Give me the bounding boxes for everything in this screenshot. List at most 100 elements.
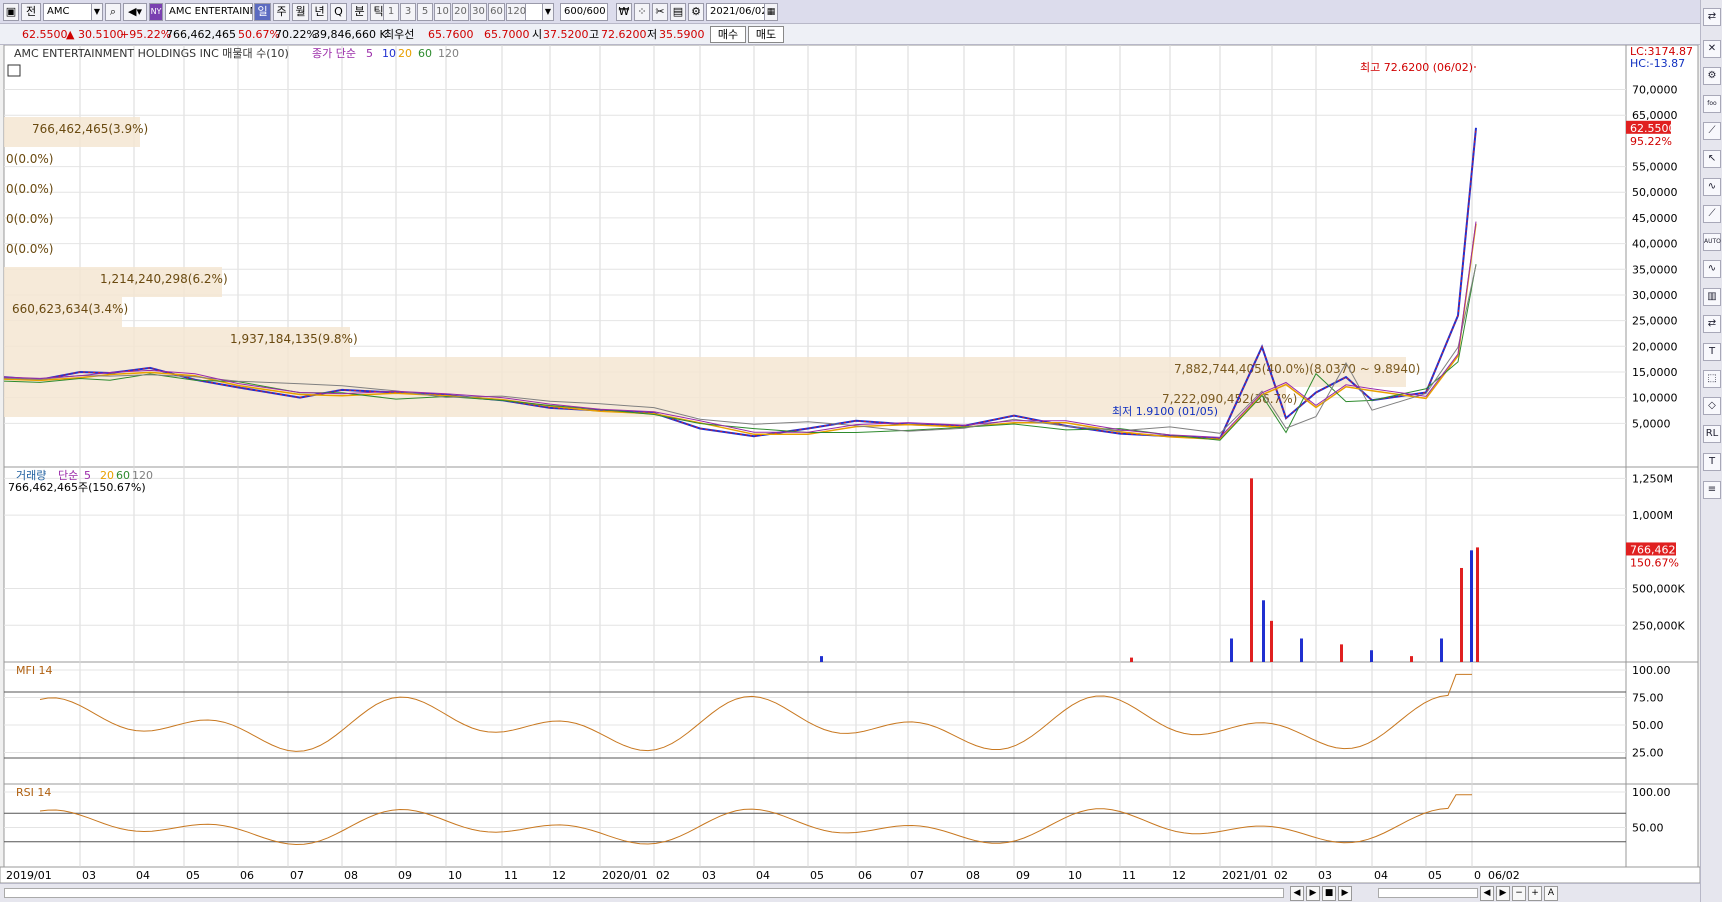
interval-tab-5[interactable]: 5: [417, 3, 433, 21]
volume-bar: [1370, 650, 1373, 662]
bottom-control-1[interactable]: ▶: [1306, 886, 1320, 901]
layout-icon[interactable]: ▣: [3, 3, 19, 21]
grid-toggle-icon: [7, 64, 21, 77]
right-tool-4-icon[interactable]: ⟋: [1703, 122, 1721, 140]
market-select[interactable]: 전: [21, 3, 41, 21]
volume-ratio: 50.67%: [238, 28, 280, 41]
speaker-icon[interactable]: ◀▾: [123, 3, 147, 21]
bottom-control-5[interactable]: ▶: [1496, 886, 1510, 901]
buy-button[interactable]: 매수: [710, 26, 746, 43]
period-tab-2[interactable]: 월: [292, 3, 309, 21]
interval-tab-20[interactable]: 20: [452, 3, 469, 21]
bottom-control-6[interactable]: −: [1512, 886, 1526, 901]
x-tick-label: 04: [1374, 869, 1388, 882]
interval-tab-1[interactable]: 1: [383, 3, 399, 21]
x-tick-label: 11: [504, 869, 518, 882]
price-legend-period: 20: [398, 47, 412, 60]
low-note: 최저 1.9100 (01/05): [1112, 405, 1218, 418]
right-tool-7-icon[interactable]: ⟋: [1703, 205, 1721, 223]
volume-value: 766,462,465: [166, 28, 236, 41]
x-tick-label: 09: [1016, 869, 1030, 882]
period-tab-3[interactable]: 년: [311, 3, 328, 21]
volume-y-tick: 1,000M: [1632, 509, 1673, 522]
price-y-tick: 65,0000: [1632, 109, 1678, 122]
chevron-down-icon[interactable]: ▼: [91, 3, 103, 21]
right-tool-16-icon[interactable]: T: [1703, 453, 1721, 471]
volume-bar: [1476, 547, 1479, 662]
right-tool-10-icon[interactable]: ▥: [1703, 288, 1721, 306]
bottom-control-3[interactable]: ▶: [1338, 886, 1352, 901]
chevron-down-icon[interactable]: ▼: [542, 3, 554, 21]
x-tick-label: 04: [136, 869, 150, 882]
interval-tab-3[interactable]: 3: [400, 3, 416, 21]
right-tool-14-icon[interactable]: ◇: [1703, 397, 1721, 415]
x-tick-label: 12: [1172, 869, 1186, 882]
price-y-tick: 5,0000: [1632, 417, 1671, 430]
volume-bar: [1410, 656, 1413, 662]
right-tool-3-icon[interactable]: foo: [1703, 95, 1721, 113]
volume-profile-label: 766,462,465(3.9%): [32, 122, 148, 136]
horizontal-scrollbar[interactable]: [4, 888, 1284, 898]
volume-profile-label: 660,623,634(3.4%): [12, 302, 128, 316]
volume-bar: [1230, 638, 1233, 662]
right-tool-5-icon[interactable]: ↖: [1703, 150, 1721, 168]
volume-bar: [1262, 600, 1265, 662]
right-tool-2-icon[interactable]: ⚙: [1703, 67, 1721, 85]
zoom-scrollbar[interactable]: [1378, 888, 1478, 898]
compare-icon[interactable]: ₩: [616, 3, 632, 21]
bottom-control-8[interactable]: A: [1544, 886, 1558, 901]
period-tab-5[interactable]: 분: [351, 3, 368, 21]
count-input[interactable]: 600/600: [560, 3, 608, 21]
x-tick-label: 08: [966, 869, 980, 882]
interval-tab-60[interactable]: 60: [488, 3, 505, 21]
tools-icon[interactable]: ✂: [652, 3, 668, 21]
bottom-control-7[interactable]: +: [1528, 886, 1542, 901]
right-tool-15-icon[interactable]: RL: [1703, 425, 1721, 443]
right-tool-11-icon[interactable]: ⇄: [1703, 315, 1721, 333]
right-tool-6-icon[interactable]: ∿: [1703, 178, 1721, 196]
volume-bar: [1470, 550, 1473, 662]
calendar-icon[interactable]: ▦: [764, 3, 778, 21]
bottom-control-4[interactable]: ◀: [1480, 886, 1494, 901]
period-tab-4[interactable]: Q: [330, 3, 347, 21]
right-tool-13-icon[interactable]: ⬚: [1703, 370, 1721, 388]
right-tool-12-icon[interactable]: T: [1703, 343, 1721, 361]
indicator-title: RSI 14: [16, 786, 51, 799]
x-tick-label: 06: [858, 869, 872, 882]
right-tool-0-icon[interactable]: ⇄: [1703, 8, 1721, 26]
save-icon[interactable]: ▤: [670, 3, 686, 21]
price-y-tick: 30,0000: [1632, 289, 1678, 302]
price-legend-period: 10: [382, 47, 396, 60]
grid-icon[interactable]: ⁘: [634, 3, 650, 21]
gear-icon[interactable]: ⚙: [688, 3, 704, 21]
right-tool-9-icon[interactable]: ∿: [1703, 260, 1721, 278]
exchange-badge: NY: [149, 3, 163, 21]
interval-tab-120[interactable]: 120: [506, 3, 526, 21]
volume-profile-label: 0(0.0%): [6, 182, 53, 196]
price-y-tick: 40,0000: [1632, 238, 1678, 251]
volume-bar: [1250, 478, 1253, 662]
interval-tab-10[interactable]: 10: [434, 3, 451, 21]
bottom-control-2[interactable]: ■: [1322, 886, 1336, 901]
price-y-tick: 20,0000: [1632, 340, 1678, 353]
x-tick-label: 02: [1274, 869, 1288, 882]
x-tick-label: 07: [290, 869, 304, 882]
indicator-y-tick: 100.00: [1632, 664, 1671, 677]
sell-button[interactable]: 매도: [748, 26, 784, 43]
turnover-value: 70.22%: [275, 28, 317, 41]
x-tick-label: 10: [448, 869, 462, 882]
right-tool-8-icon[interactable]: AUTO: [1703, 233, 1721, 251]
top-toolbar: ▣ 전 AMC ▼ ⌕ ◀▾ NY AMC ENTERTAINME ▼ 600/…: [0, 0, 1700, 24]
low-label: 저: [647, 28, 658, 41]
right-tool-17-icon[interactable]: ≡: [1703, 481, 1721, 499]
period-tab-0[interactable]: 일: [254, 3, 271, 21]
price-y-tick: 55,0000: [1632, 161, 1678, 174]
volume-y-tick: 500,000K: [1632, 583, 1685, 596]
bottom-control-0[interactable]: ◀: [1290, 886, 1304, 901]
period-tab-1[interactable]: 주: [273, 3, 290, 21]
search-icon[interactable]: ⌕: [105, 3, 121, 21]
volume-last-pct-tag: 150.67%: [1630, 556, 1679, 569]
right-tool-1-icon[interactable]: ✕: [1703, 40, 1721, 58]
indicator-y-tick: 25.00: [1632, 747, 1664, 760]
interval-tab-30[interactable]: 30: [470, 3, 487, 21]
